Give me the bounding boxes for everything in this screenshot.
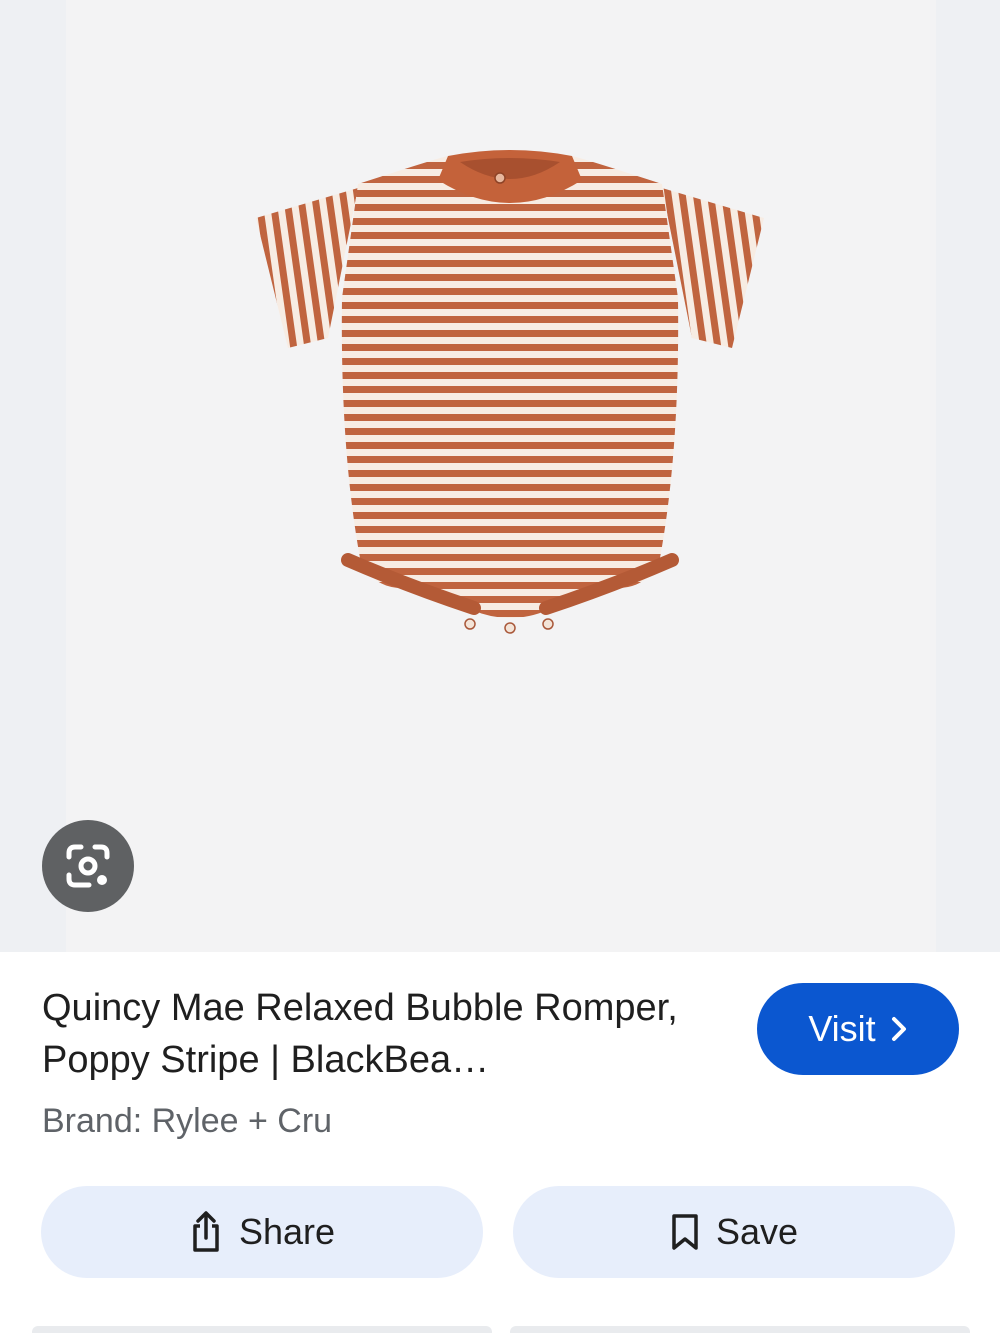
visit-button[interactable]: Visit: [757, 983, 959, 1075]
save-label: Save: [715, 1211, 799, 1252]
product-image-area: [0, 0, 1000, 952]
product-title: Quincy Mae Relaxed Bubble Romper, Poppy …: [42, 987, 678, 1081]
product-brand: Brand: Rylee + Cru: [42, 1102, 333, 1140]
lens-button[interactable]: [42, 820, 134, 912]
share-label: Share: [238, 1211, 336, 1252]
next-card-right: [510, 1326, 970, 1333]
next-card-left: [32, 1326, 492, 1333]
lens-camera-icon: [66, 844, 110, 888]
bookmark-icon: [672, 1214, 698, 1250]
visit-label: Visit: [808, 1008, 876, 1049]
share-button[interactable]: Share: [41, 1186, 483, 1278]
share-icon: [193, 1211, 219, 1252]
chevron-right-icon: [891, 1017, 906, 1041]
save-button[interactable]: Save: [513, 1186, 955, 1278]
striped-romper-image[interactable]: [248, 148, 772, 648]
